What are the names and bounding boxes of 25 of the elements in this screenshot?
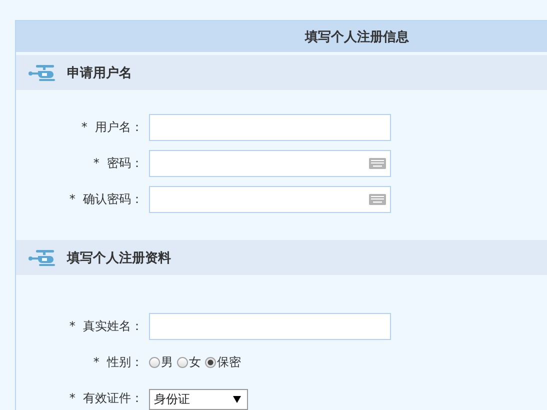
radio-label: 保密 [217,354,241,371]
field-label: * 确认密码： [69,191,143,208]
keyboard-icon[interactable] [369,194,386,205]
helicopter-icon [28,64,56,82]
radio-button[interactable] [149,357,160,368]
radio-label: 女 [189,354,201,371]
field-label: * 密码： [93,155,143,172]
field-label: * 真实姓名： [69,318,143,335]
panel-title: 填写个人注册信息 [305,28,409,46]
keyboard-icon[interactable] [369,158,386,169]
input-field[interactable] [149,186,391,213]
field-label: * 性别： [93,354,143,371]
input-field[interactable] [149,150,391,177]
helicopter-icon [28,248,56,266]
input-field[interactable] [149,114,391,141]
field-label: * 用户名： [81,119,143,136]
section-title: 填写个人注册资料 [67,250,171,266]
field-label: * 有效证件： [69,390,143,407]
section-title: 申请用户名 [67,64,132,82]
radio-label: 男 [161,354,173,371]
radio-button[interactable] [177,357,188,368]
dropdown[interactable]: 身份证 [149,389,248,410]
caret-icon [233,396,241,403]
input-field[interactable] [149,313,391,340]
radio-button[interactable] [205,357,216,368]
